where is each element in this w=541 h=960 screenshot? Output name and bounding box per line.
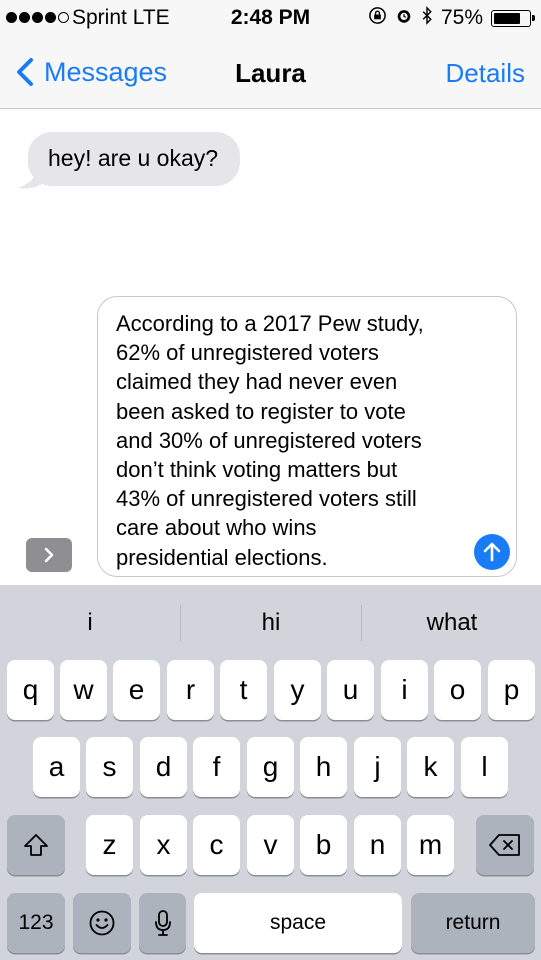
key-t[interactable]: t	[220, 660, 267, 720]
details-button[interactable]: Details	[446, 58, 525, 89]
suggestion-item[interactable]: what	[362, 585, 541, 655]
key-i[interactable]: i	[381, 660, 428, 720]
suggestion-item[interactable]: hi	[181, 585, 361, 655]
predictive-suggestions: i hi what	[0, 585, 541, 655]
key-b[interactable]: b	[300, 815, 347, 875]
draft-line: claimed they had never even	[116, 369, 398, 395]
key-s[interactable]: s	[86, 737, 133, 797]
message-text: hey! are u okay?	[48, 145, 219, 171]
expand-apps-button[interactable]	[26, 538, 72, 572]
key-r[interactable]: r	[167, 660, 214, 720]
space-key[interactable]: space	[194, 893, 402, 953]
key-k[interactable]: k	[407, 737, 454, 797]
keyboard: i hi what q w e r t y u i o p a s d f g …	[0, 585, 541, 960]
delete-icon	[489, 834, 520, 856]
key-q[interactable]: q	[7, 660, 54, 720]
draft-line: don’t think voting matters but	[116, 457, 398, 483]
key-a[interactable]: a	[33, 737, 80, 797]
incoming-message-bubble[interactable]: hey! are u okay?	[28, 132, 241, 186]
draft-line: been asked to register to vote	[116, 398, 406, 424]
key-l[interactable]: l	[461, 737, 508, 797]
status-indicators: 75%	[368, 6, 535, 30]
battery-percent: 75%	[440, 6, 483, 29]
shift-icon	[24, 834, 48, 856]
key-j[interactable]: j	[354, 737, 401, 797]
microphone-icon	[154, 910, 171, 936]
battery-icon	[491, 9, 535, 27]
draft-line: and 30% of unregistered voters	[116, 427, 422, 453]
battery-level	[494, 12, 520, 24]
key-c[interactable]: c	[193, 815, 240, 875]
key-d[interactable]: d	[140, 737, 187, 797]
key-m[interactable]: m	[407, 815, 454, 875]
key-n[interactable]: n	[354, 815, 401, 875]
key-y[interactable]: y	[274, 660, 321, 720]
nav-bar: Messages Laura Details	[0, 38, 541, 109]
key-w[interactable]: w	[60, 660, 107, 720]
dictation-key[interactable]	[139, 893, 186, 953]
arrow-up-icon	[483, 542, 501, 562]
numbers-key[interactable]: 123	[7, 893, 65, 953]
draft-line: According to a 2017 Pew study,	[116, 311, 424, 336]
message-input[interactable]: According to a 2017 Pew study, 62% of un…	[97, 296, 517, 577]
emoji-key[interactable]	[73, 893, 131, 953]
return-key[interactable]: return	[411, 893, 535, 953]
draft-line: 62% of unregistered voters	[116, 340, 379, 366]
key-u[interactable]: u	[327, 660, 374, 720]
key-f[interactable]: f	[193, 737, 240, 797]
shift-key[interactable]	[7, 815, 65, 875]
draft-line: presidential elections.	[116, 544, 328, 570]
key-x[interactable]: x	[140, 815, 187, 875]
backspace-key[interactable]	[476, 815, 534, 875]
key-v[interactable]: v	[247, 815, 294, 875]
send-button[interactable]	[474, 534, 510, 570]
rotation-lock-icon	[368, 6, 387, 30]
key-p[interactable]: p	[488, 660, 535, 720]
draft-line: care about who wins	[116, 515, 317, 541]
key-z[interactable]: z	[86, 815, 133, 875]
key-e[interactable]: e	[113, 660, 160, 720]
status-bar: Sprint LTE 2:48 PM 75%	[0, 0, 541, 38]
emoji-icon	[89, 910, 115, 936]
alarm-icon	[395, 6, 413, 30]
draft-line: 43% of unregistered voters still	[116, 486, 417, 512]
chevron-right-icon	[44, 547, 54, 563]
message-draft-text: According to a 2017 Pew study, 62% of un…	[116, 309, 476, 572]
bluetooth-icon	[421, 6, 433, 30]
key-h[interactable]: h	[300, 737, 347, 797]
key-o[interactable]: o	[434, 660, 481, 720]
suggestion-item[interactable]: i	[0, 585, 180, 655]
key-g[interactable]: g	[247, 737, 294, 797]
